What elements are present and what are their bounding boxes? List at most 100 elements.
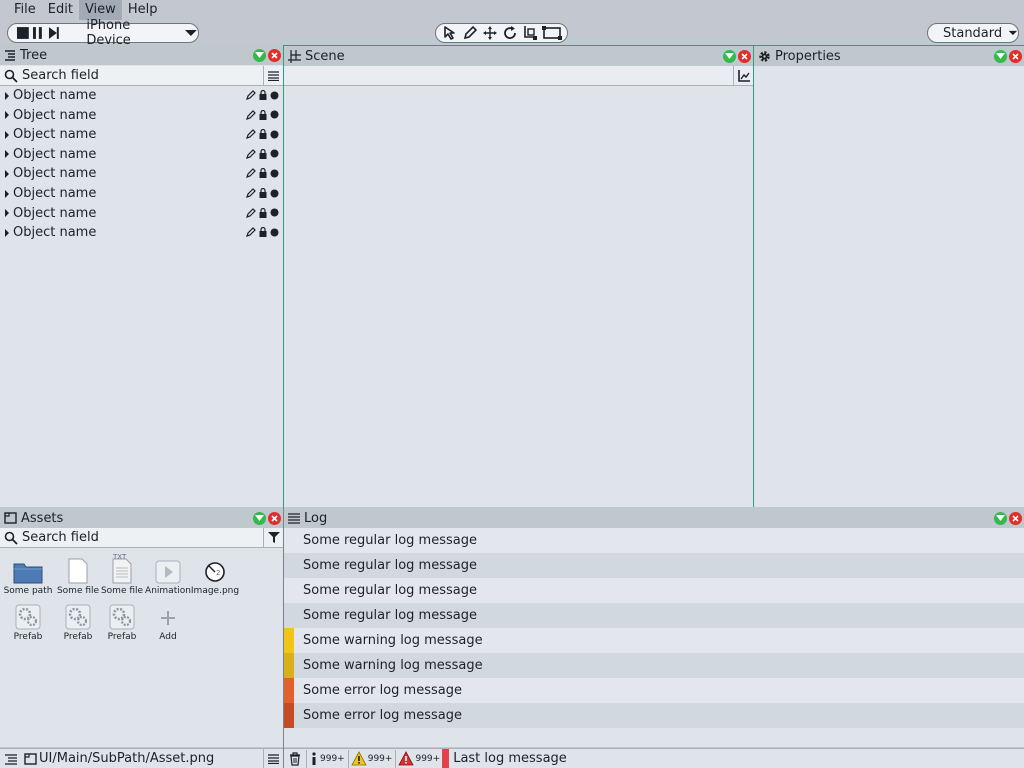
lock-icon[interactable] <box>259 207 267 218</box>
eye-dropper-icon[interactable] <box>246 90 256 100</box>
lock-icon[interactable] <box>259 188 267 198</box>
expand-arrow-icon[interactable] <box>4 189 10 198</box>
step-icon[interactable] <box>47 26 61 40</box>
tree-item[interactable]: Object name <box>0 86 283 105</box>
lock-icon[interactable] <box>259 148 267 159</box>
scene-viewport[interactable] <box>284 87 753 507</box>
warning-icon[interactable] <box>351 751 367 766</box>
tree-item[interactable]: Object name <box>0 106 283 125</box>
menu-help[interactable]: Help <box>122 0 164 20</box>
log-message: Some regular log message <box>303 583 477 598</box>
eye-dropper-icon[interactable] <box>246 148 256 159</box>
warning-count: 999+ <box>367 753 393 764</box>
expand-arrow-icon[interactable] <box>4 169 10 178</box>
add-asset-button[interactable]: Add <box>143 600 193 642</box>
curves-toggle-button[interactable] <box>733 66 753 86</box>
log-row[interactable]: Some warning log message <box>284 628 1024 653</box>
collapse-button[interactable] <box>723 49 736 63</box>
asset-item[interactable]: Prefab <box>53 600 103 642</box>
error-icon[interactable] <box>398 751 415 766</box>
collapse-button[interactable] <box>994 511 1007 525</box>
lock-icon[interactable] <box>259 90 267 100</box>
collapse-button[interactable] <box>253 511 266 525</box>
lock-icon[interactable] <box>259 109 267 120</box>
eye-dropper-icon[interactable] <box>246 129 256 140</box>
tree-item[interactable]: Object name <box>0 204 283 223</box>
filter-button[interactable] <box>263 527 283 548</box>
expand-arrow-icon[interactable] <box>4 91 10 100</box>
visibility-dot-icon[interactable] <box>270 169 279 178</box>
log-row[interactable]: Some error log message <box>284 678 1024 703</box>
asset-item[interactable]: TXT Some file <box>97 553 147 596</box>
lock-icon[interactable] <box>259 227 267 238</box>
visibility-dot-icon[interactable] <box>270 189 279 198</box>
device-select[interactable]: iPhone Device <box>86 18 177 48</box>
expand-arrow-icon[interactable] <box>4 150 10 159</box>
pencil-icon[interactable] <box>462 25 478 41</box>
properties-title: Properties <box>775 48 841 64</box>
info-icon[interactable] <box>311 751 317 766</box>
tree-item[interactable]: Object name <box>0 184 283 203</box>
eye-dropper-icon[interactable] <box>246 168 256 179</box>
visibility-dot-icon[interactable] <box>270 91 279 100</box>
chevron-down-icon[interactable] <box>184 29 198 37</box>
lock-icon[interactable] <box>259 168 267 179</box>
select-arrow-icon[interactable] <box>442 25 458 41</box>
add-icon <box>161 611 175 625</box>
visibility-dot-icon[interactable] <box>270 228 279 237</box>
tree-search-input[interactable] <box>22 68 222 83</box>
menu-view[interactable]: View <box>78 0 122 20</box>
asset-item[interactable]: Some file <box>53 554 103 596</box>
tree-menu-button[interactable] <box>263 65 283 86</box>
visibility-dot-icon[interactable] <box>270 110 279 119</box>
asset-item[interactable]: Animation <box>143 554 193 596</box>
eye-dropper-icon[interactable] <box>246 188 256 198</box>
close-button[interactable] <box>268 511 281 525</box>
tree-item[interactable]: Object name <box>0 164 283 183</box>
menu-file[interactable]: File <box>8 0 42 20</box>
expand-arrow-icon[interactable] <box>4 209 10 218</box>
close-button[interactable] <box>1009 511 1022 525</box>
expand-arrow-icon[interactable] <box>4 111 10 120</box>
expand-arrow-icon[interactable] <box>4 228 10 237</box>
asset-item[interactable]: Prefab <box>3 600 53 642</box>
tree-item[interactable]: Object name <box>0 223 283 242</box>
log-row[interactable]: Some regular log message <box>284 528 1024 553</box>
visibility-dot-icon[interactable] <box>270 130 279 139</box>
log-row[interactable]: Some regular log message <box>284 578 1024 603</box>
eye-dropper-icon[interactable] <box>246 207 256 218</box>
log-row[interactable]: Some regular log message <box>284 553 1024 578</box>
lock-icon[interactable] <box>259 129 267 140</box>
layout-select[interactable]: Standard <box>927 23 1019 43</box>
tree-toggle-icon[interactable] <box>4 753 18 765</box>
collapse-button[interactable] <box>253 48 266 62</box>
tree-item[interactable]: Object name <box>0 125 283 144</box>
stop-icon[interactable] <box>16 26 30 40</box>
close-button[interactable] <box>738 49 751 63</box>
rotate-icon[interactable] <box>502 25 518 41</box>
rect-tool-icon[interactable] <box>542 25 562 41</box>
trash-icon[interactable] <box>288 751 302 766</box>
pause-icon[interactable] <box>32 26 44 40</box>
last-log-message[interactable]: Last log message <box>453 751 567 766</box>
collapse-button[interactable] <box>994 49 1007 63</box>
visibility-dot-icon[interactable] <box>270 149 279 158</box>
asset-item[interactable]: 2 Image.png <box>190 554 240 596</box>
log-row[interactable]: Some regular log message <box>284 603 1024 628</box>
close-button[interactable] <box>1009 49 1022 63</box>
eye-dropper-icon[interactable] <box>246 227 256 238</box>
asset-item[interactable]: Prefab <box>97 600 147 642</box>
move-icon[interactable] <box>482 25 498 41</box>
assets-search-input[interactable] <box>22 530 222 545</box>
assets-menu-button[interactable] <box>263 749 283 768</box>
visibility-dot-icon[interactable] <box>270 208 279 217</box>
expand-arrow-icon[interactable] <box>4 130 10 139</box>
menu-edit[interactable]: Edit <box>42 0 79 20</box>
log-row[interactable]: Some error log message <box>284 703 1024 728</box>
close-button[interactable] <box>268 48 281 62</box>
eye-dropper-icon[interactable] <box>246 109 256 120</box>
asset-item[interactable]: Some path <box>3 554 53 596</box>
scale-icon[interactable] <box>522 25 538 41</box>
log-row[interactable]: Some warning log message <box>284 653 1024 678</box>
tree-item[interactable]: Object name <box>0 145 283 164</box>
